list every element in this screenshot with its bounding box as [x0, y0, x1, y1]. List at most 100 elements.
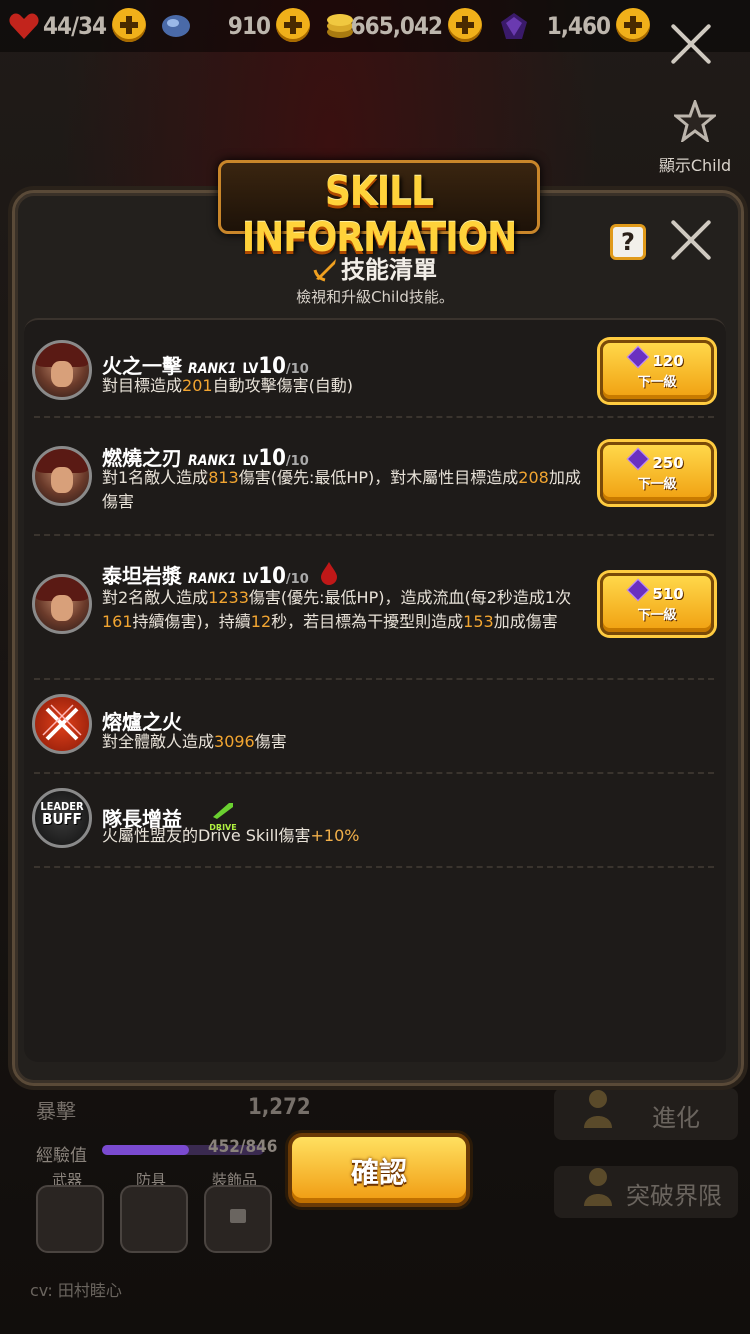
- upgrade-label: 下一級: [637, 608, 677, 623]
- skill-name-line: 泰坦岩漿 RANK1 LV10/10: [102, 560, 339, 589]
- upgrade-cost: 120: [603, 345, 711, 370]
- heart-icon: [9, 13, 39, 39]
- skill-list-title: 技能清單: [341, 256, 437, 284]
- skill-rank: RANK1: [188, 571, 237, 587]
- skill-description: 對目標造成201自動攻擊傷害(自動): [102, 374, 594, 398]
- weapon-slot[interactable]: [36, 1185, 104, 1253]
- cost-value: 120: [652, 352, 684, 370]
- add-gems-button[interactable]: [276, 8, 310, 42]
- desc-text: 持續傷害)，持續: [132, 612, 251, 631]
- confirm-button[interactable]: 確認: [288, 1133, 470, 1207]
- skill-avatar: LEADER BUFF: [32, 788, 92, 848]
- crystals-resource: 1,460: [498, 6, 650, 46]
- confirm-label: 確認: [350, 1156, 407, 1189]
- top-close-icon[interactable]: [668, 22, 714, 68]
- gem-icon: [162, 15, 190, 37]
- desc-number: 161: [102, 612, 133, 631]
- gems-value: 910: [227, 12, 271, 40]
- child-figure-icon: [584, 1090, 612, 1128]
- divider: [34, 678, 714, 680]
- desc-text: 傷害: [254, 732, 287, 751]
- desc-number: 1233: [208, 588, 249, 607]
- evolve-button[interactable]: 進化: [554, 1088, 738, 1140]
- leader-buff-badge: LEADER BUFF: [35, 801, 89, 828]
- crystals-value: 1,460: [546, 12, 611, 40]
- skill-name: 泰坦岩漿: [102, 564, 182, 588]
- exp-progress-fill: [102, 1145, 189, 1155]
- cost-value: 510: [652, 585, 684, 603]
- skill-avatar: [32, 574, 92, 634]
- crit-label: 暴擊: [36, 1099, 76, 1123]
- desc-text: 秒，若目標為干擾型則造成: [271, 612, 464, 631]
- upgrade-cost: 510: [603, 578, 711, 603]
- skill-lv-max: /10: [285, 572, 309, 587]
- stamina-resource: 44/34: [8, 6, 146, 46]
- gems-resource: 910: [160, 6, 310, 46]
- sword-skill-icon: [313, 259, 336, 282]
- lock-icon: [230, 1209, 246, 1223]
- resource-bar: 44/34 910 665,042 1,460: [0, 0, 750, 52]
- skill-avatar: [32, 446, 92, 506]
- upgrade-cost: 250: [603, 447, 711, 472]
- desc-number: 813: [208, 468, 239, 487]
- desc-number: +10%: [310, 826, 360, 845]
- list-item: LEADER BUFF 隊長增益 DRIVE 火屬性盟友的Drive Skill傷害…: [24, 788, 726, 848]
- desc-text: 傷害(優先:最低HP)，造成流血(每2秒造成1次: [248, 588, 572, 607]
- desc-text: 對目標造成: [102, 376, 183, 395]
- exp-value: 452/846: [208, 1137, 278, 1157]
- skill-list-description: 檢視和升級Child技能。: [296, 288, 454, 306]
- upgrade-label: 下一級: [637, 477, 677, 492]
- upgrade-button[interactable]: 120 下一級: [600, 340, 714, 402]
- accessory-slot[interactable]: [204, 1185, 272, 1253]
- desc-number: 3096: [214, 732, 255, 751]
- limit-break-button[interactable]: 突破界限: [554, 1166, 738, 1218]
- list-item: 熔爐之火 對全體敵人造成3096傷害: [24, 694, 726, 754]
- skill-description: 對2名敵人造成1233傷害(優先:最低HP)，造成流血(每2秒造成1次 161持續…: [102, 586, 594, 634]
- buff-text: BUFF: [42, 810, 82, 828]
- desc-number: 153: [463, 612, 494, 631]
- desc-text: 自動攻擊傷害(自動): [212, 376, 354, 395]
- desc-number: 12: [250, 612, 272, 631]
- desc-number: 201: [182, 376, 213, 395]
- skill-description: 火屬性盟友的Drive Skill傷害+10%: [102, 824, 594, 848]
- child-figure-icon: [584, 1168, 612, 1206]
- upgrade-label: 下一級: [637, 375, 677, 390]
- voice-actor-credit: cv: 田村睦心: [30, 1281, 122, 1300]
- skill-list: 火之一擊 RANK1 LV10/10 對目標造成201自動攻擊傷害(自動) 120 …: [24, 318, 726, 1062]
- desc-text: 傷害(優先:最低HP)，對木屬性目標造成: [238, 468, 519, 487]
- skill-list-heading: 技能清單: [0, 250, 750, 285]
- divider: [34, 416, 714, 418]
- divider: [34, 866, 714, 868]
- stamina-value: 44/34: [43, 12, 107, 40]
- divider: [34, 772, 714, 774]
- evolve-label: 進化: [652, 1104, 700, 1132]
- show-child-toggle[interactable]: 顯示Child: [650, 97, 740, 176]
- upgrade-button[interactable]: 250 下一級: [600, 442, 714, 504]
- panel-title: SKILL INFORMATION: [241, 169, 518, 261]
- exp-label: 經驗值: [36, 1146, 87, 1166]
- add-gold-button[interactable]: [448, 8, 482, 42]
- upgrade-button[interactable]: 510 下一級: [600, 573, 714, 635]
- desc-number: 208: [518, 468, 549, 487]
- skill-avatar: [32, 694, 92, 754]
- add-stamina-button[interactable]: [112, 8, 146, 42]
- list-item: 燃燒之刃 RANK1 LV10/10 對1名敵人造成813傷害(優先:最低HP)，對…: [24, 442, 726, 522]
- armor-slot[interactable]: [120, 1185, 188, 1253]
- drive-sword-icon: [213, 803, 233, 819]
- skill-avatar: [32, 340, 92, 400]
- show-child-label: 顯示Child: [658, 156, 732, 175]
- limit-break-label: 突破界限: [626, 1182, 722, 1210]
- skill-lv-label: LV: [242, 571, 259, 587]
- cost-value: 250: [652, 454, 684, 472]
- gold-resource: 665,042: [324, 6, 482, 46]
- desc-text: 對2名敵人造成: [102, 588, 209, 607]
- crystal-icon: [501, 13, 527, 39]
- divider: [34, 534, 714, 536]
- add-crystals-button[interactable]: [616, 8, 650, 42]
- crystal-icon: [627, 447, 650, 471]
- title-banner: SKILL INFORMATION: [218, 160, 540, 261]
- crossed-swords-icon: [42, 704, 82, 741]
- desc-text: 加成傷害: [493, 612, 558, 631]
- star-icon: [671, 97, 719, 144]
- desc-text: 火屬性盟友的Drive Skill傷害: [102, 826, 311, 845]
